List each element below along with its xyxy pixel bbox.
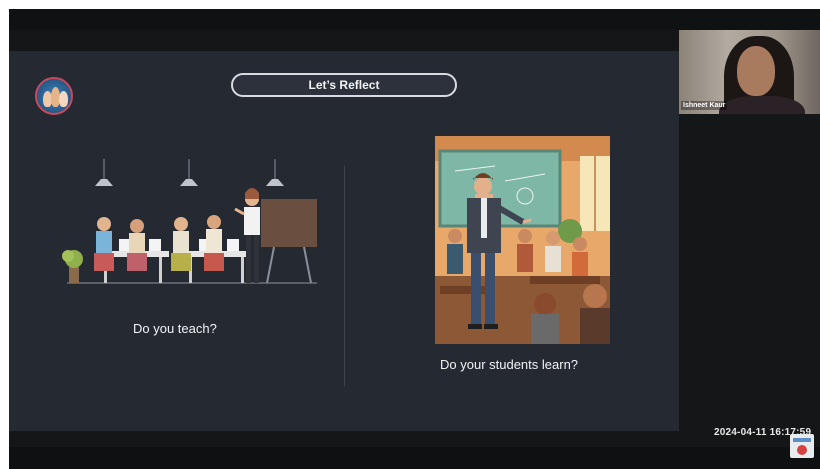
slide-title: Let’s Reflect — [231, 73, 457, 97]
app-logo-icon — [790, 434, 814, 458]
right-caption: Do your students learn? — [440, 357, 579, 372]
group-avatar-icon — [35, 77, 73, 115]
top-strip — [9, 9, 820, 30]
screen-share-view: Let’s Reflect Do you teach? Do your stud… — [9, 9, 820, 469]
slide-divider — [344, 166, 345, 386]
classroom-presentation-illustration — [62, 159, 317, 284]
presentation-slide: Let’s Reflect Do you teach? Do your stud… — [9, 51, 679, 431]
participant-video-tile[interactable]: Ishneet Kaur — [679, 30, 820, 114]
slide-title-text: Let’s Reflect — [308, 78, 380, 92]
participant-name: Ishneet Kaur — [681, 101, 728, 110]
bottom-bar — [9, 447, 820, 469]
left-caption: Do you teach? — [133, 321, 217, 336]
teacher-classroom-illustration — [435, 136, 610, 344]
